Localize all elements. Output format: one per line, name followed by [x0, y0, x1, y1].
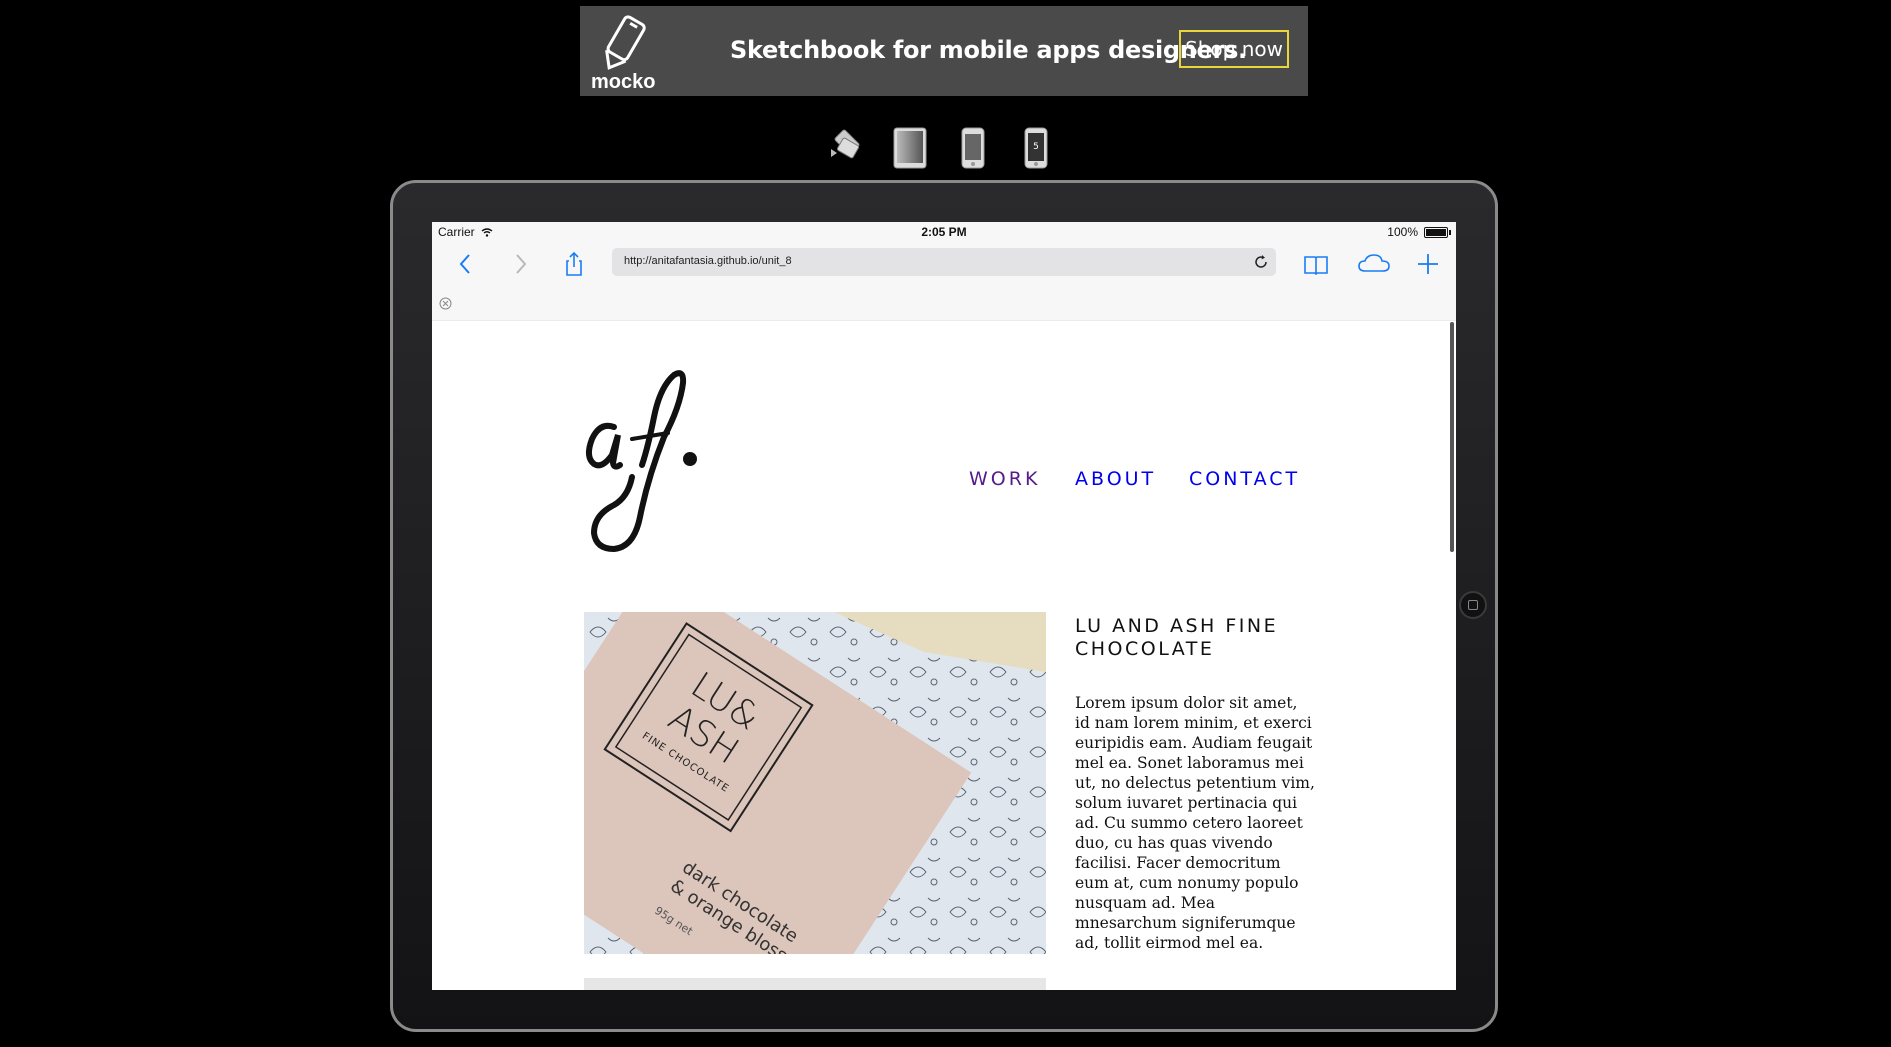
iphone-icon[interactable] [958, 127, 988, 169]
back-icon[interactable] [452, 250, 480, 278]
site-logo[interactable] [580, 367, 710, 557]
project-image-next[interactable] [584, 978, 1046, 990]
nav-contact[interactable]: CONTACT [1189, 468, 1300, 490]
project-title: LU AND ASH FINE CHOCOLATE [1075, 615, 1279, 660]
close-tab-icon[interactable] [439, 297, 452, 310]
url-text[interactable]: http://anitafantasia.github.io/unit_8 [624, 255, 792, 267]
address-bar[interactable]: http://anitafantasia.github.io/unit_8 [612, 248, 1276, 276]
clock: 2:05 PM [921, 225, 967, 239]
iphone5-badge: 5 [1033, 142, 1039, 152]
status-bar: Carrier 2:05 PM 100% [432, 222, 1456, 242]
ad-banner[interactable]: mocko Sketchbook for mobile apps designe… [580, 6, 1308, 96]
ad-headline: Sketchbook for mobile apps designers. [730, 36, 1247, 64]
icloud-tabs-icon[interactable] [1356, 250, 1392, 278]
nav-work[interactable]: WORK [969, 468, 1040, 490]
new-tab-icon[interactable] [1414, 250, 1442, 278]
scrollbar[interactable] [1450, 322, 1454, 552]
chocolate-photo: LU& ASH FINE CHOCOLATE dark chocolate & … [584, 612, 1046, 954]
home-button[interactable] [1459, 591, 1487, 619]
project-description: Lorem ipsum dolor sit amet, id nam lorem… [1075, 694, 1315, 952]
bookmarks-icon[interactable] [1302, 250, 1330, 278]
forward-icon[interactable] [506, 250, 534, 278]
rotate-icon[interactable] [827, 127, 865, 165]
share-icon[interactable] [560, 250, 588, 278]
project-image[interactable]: LU& ASH FINE CHOCOLATE dark chocolate & … [584, 612, 1046, 954]
reload-icon[interactable] [1252, 253, 1270, 271]
battery-percent: 100% [1387, 225, 1418, 239]
nav-about[interactable]: ABOUT [1075, 468, 1156, 490]
iphone5-icon[interactable]: 5 [1021, 127, 1051, 169]
tablet-screen: Carrier 2:05 PM 100% http://anitafantasi… [432, 222, 1456, 990]
shop-now-button[interactable]: Shop now [1179, 30, 1289, 68]
tab-strip [432, 286, 1456, 321]
battery-icon [1424, 227, 1451, 238]
ad-brand: mocko [591, 71, 656, 93]
ipad-icon[interactable] [892, 127, 928, 169]
